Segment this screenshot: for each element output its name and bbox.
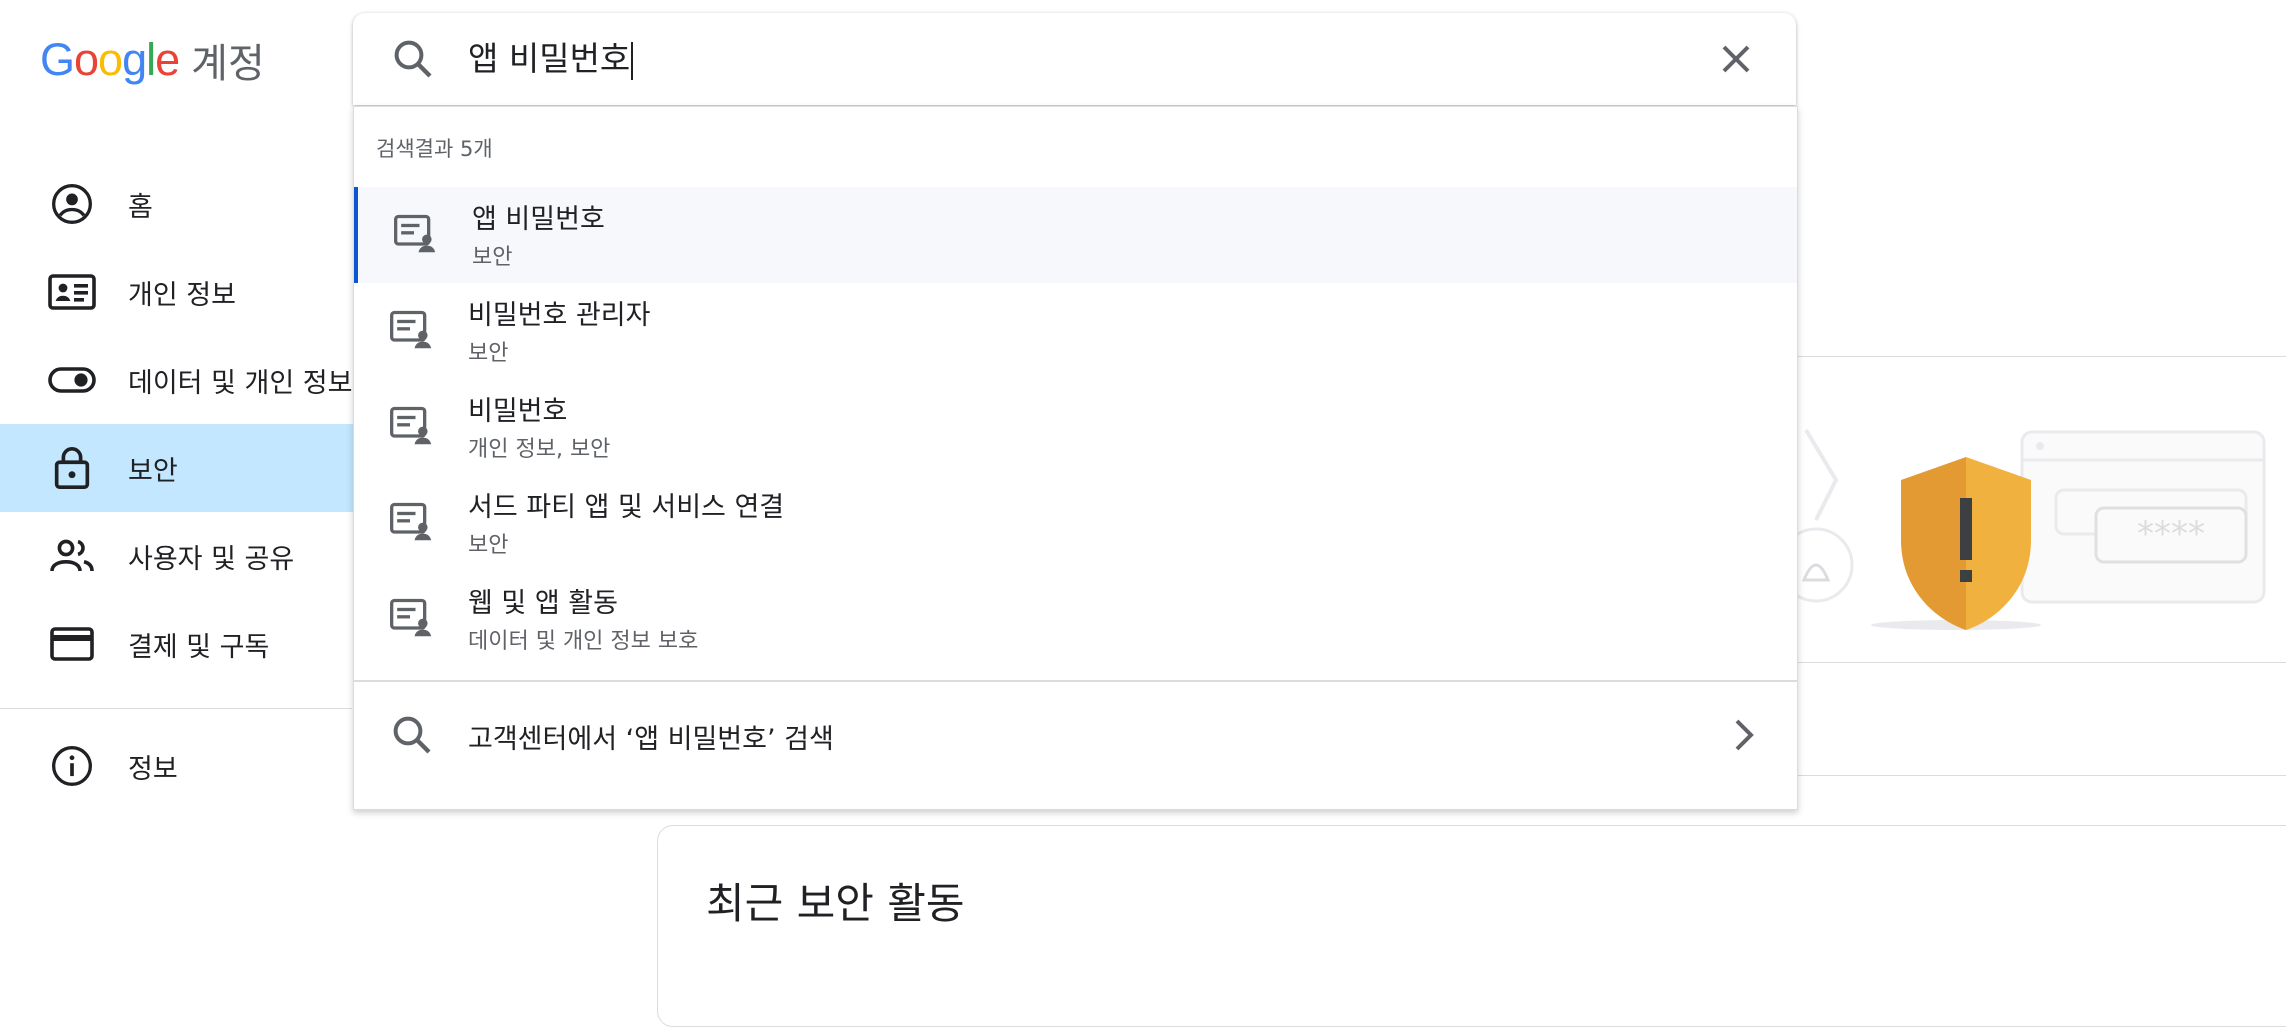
- credit-card-icon: [48, 620, 96, 668]
- sidebar-item-label: 개인 정보: [128, 279, 236, 311]
- search-results-dropdown: 검색결과 5개 앱 비밀번호 보안 비밀번호 관리자 보안 비밀번호 개인 정보…: [353, 106, 1798, 810]
- google-wordmark: Google: [40, 34, 180, 86]
- sidebar-item-payments[interactable]: 결제 및 구독: [0, 600, 360, 688]
- text-cursor: [631, 41, 634, 80]
- help-center-search-link[interactable]: 고객센터에서 ‘앱 비밀번호’ 검색: [354, 683, 1797, 787]
- sidebar-item-about[interactable]: 정보: [0, 722, 360, 810]
- search-result-category: 보안: [472, 245, 513, 270]
- wordmark-letter: o: [74, 34, 99, 85]
- wordmark-letter: e: [155, 34, 180, 85]
- sidebar-item-data-privacy[interactable]: 데이터 및 개인 정보 보호: [0, 336, 411, 424]
- wordmark-letter: G: [40, 34, 75, 85]
- sidebar-divider: [0, 708, 352, 709]
- search-result-item[interactable]: 웹 및 앱 활동 데이터 및 개인 정보 보호: [354, 571, 1797, 667]
- search-result-item[interactable]: 서드 파티 앱 및 서비스 연결 보안: [354, 475, 1797, 571]
- search-result-title: 서드 파티 앱 및 서비스 연결: [468, 492, 785, 523]
- sidebar-item-label: 정보: [128, 753, 178, 785]
- toggle-icon: [48, 356, 96, 404]
- search-input[interactable]: 앱 비밀번호: [468, 35, 634, 83]
- dropdown-divider: [354, 680, 1797, 682]
- google-account-logo[interactable]: Google 계정: [40, 30, 265, 90]
- sidebar-item-home[interactable]: 홈: [0, 160, 360, 248]
- setting-page-icon: [388, 307, 436, 355]
- sidebar-item-label: 사용자 및 공유: [128, 543, 295, 575]
- people-icon: [48, 532, 96, 580]
- search-result-category: 데이터 및 개인 정보 보호: [468, 629, 699, 654]
- id-card-icon: [48, 268, 96, 316]
- search-bar: 앱 비밀번호: [353, 13, 1796, 105]
- wordmark-letter: l: [146, 34, 156, 85]
- search-input-value: 앱 비밀번호: [468, 39, 631, 78]
- close-icon: [1722, 45, 1750, 73]
- wordmark-letter: o: [98, 34, 123, 85]
- info-icon: [48, 742, 96, 790]
- security-illustration: ****: [1796, 428, 2266, 630]
- lock-icon: [48, 444, 96, 492]
- sidebar-item-label: 홈: [128, 191, 153, 223]
- sidebar-item-label: 결제 및 구독: [128, 631, 270, 663]
- password-mask-text: ****: [2137, 514, 2205, 554]
- search-result-category: 보안: [468, 341, 509, 366]
- section-divider: [1796, 356, 2286, 357]
- recent-security-activity-title: 최근 보안 활동: [706, 879, 965, 928]
- section-divider: [1796, 662, 2286, 663]
- setting-page-icon: [392, 211, 440, 259]
- search-result-title: 웹 및 앱 활동: [468, 588, 618, 619]
- setting-page-icon: [388, 499, 436, 547]
- product-name: 계정: [191, 41, 265, 87]
- account-circle-icon: [48, 180, 96, 228]
- search-result-item[interactable]: 앱 비밀번호 보안: [354, 187, 1797, 283]
- search-result-item[interactable]: 비밀번호 개인 정보, 보안: [354, 379, 1797, 475]
- search-icon: [388, 711, 436, 759]
- result-count: 검색결과 5개: [376, 137, 493, 161]
- sidebar-item-security[interactable]: 보안: [0, 424, 360, 512]
- setting-page-icon: [388, 595, 436, 643]
- search-result-title: 비밀번호: [468, 396, 568, 427]
- search-result-category: 보안: [468, 533, 509, 558]
- search-result-title: 앱 비밀번호: [472, 204, 605, 235]
- setting-page-icon: [388, 403, 436, 451]
- wordmark-letter: g: [122, 34, 147, 85]
- sidebar-item-personal-info[interactable]: 개인 정보: [0, 248, 360, 336]
- clear-search-button[interactable]: [1712, 35, 1760, 83]
- help-center-search-label: 고객센터에서 ‘앱 비밀번호’ 검색: [468, 724, 834, 755]
- recent-security-activity-card[interactable]: 최근 보안 활동: [657, 825, 2286, 1027]
- sidebar-item-label: 보안: [128, 455, 178, 487]
- search-result-category: 개인 정보, 보안: [468, 437, 611, 462]
- chevron-right-icon: [1719, 711, 1767, 759]
- search-icon[interactable]: [389, 35, 437, 83]
- search-result-item[interactable]: 비밀번호 관리자 보안: [354, 283, 1797, 379]
- section-divider: [1796, 775, 2286, 776]
- sidebar-item-people-sharing[interactable]: 사용자 및 공유: [0, 512, 360, 600]
- search-result-title: 비밀번호 관리자: [468, 300, 651, 331]
